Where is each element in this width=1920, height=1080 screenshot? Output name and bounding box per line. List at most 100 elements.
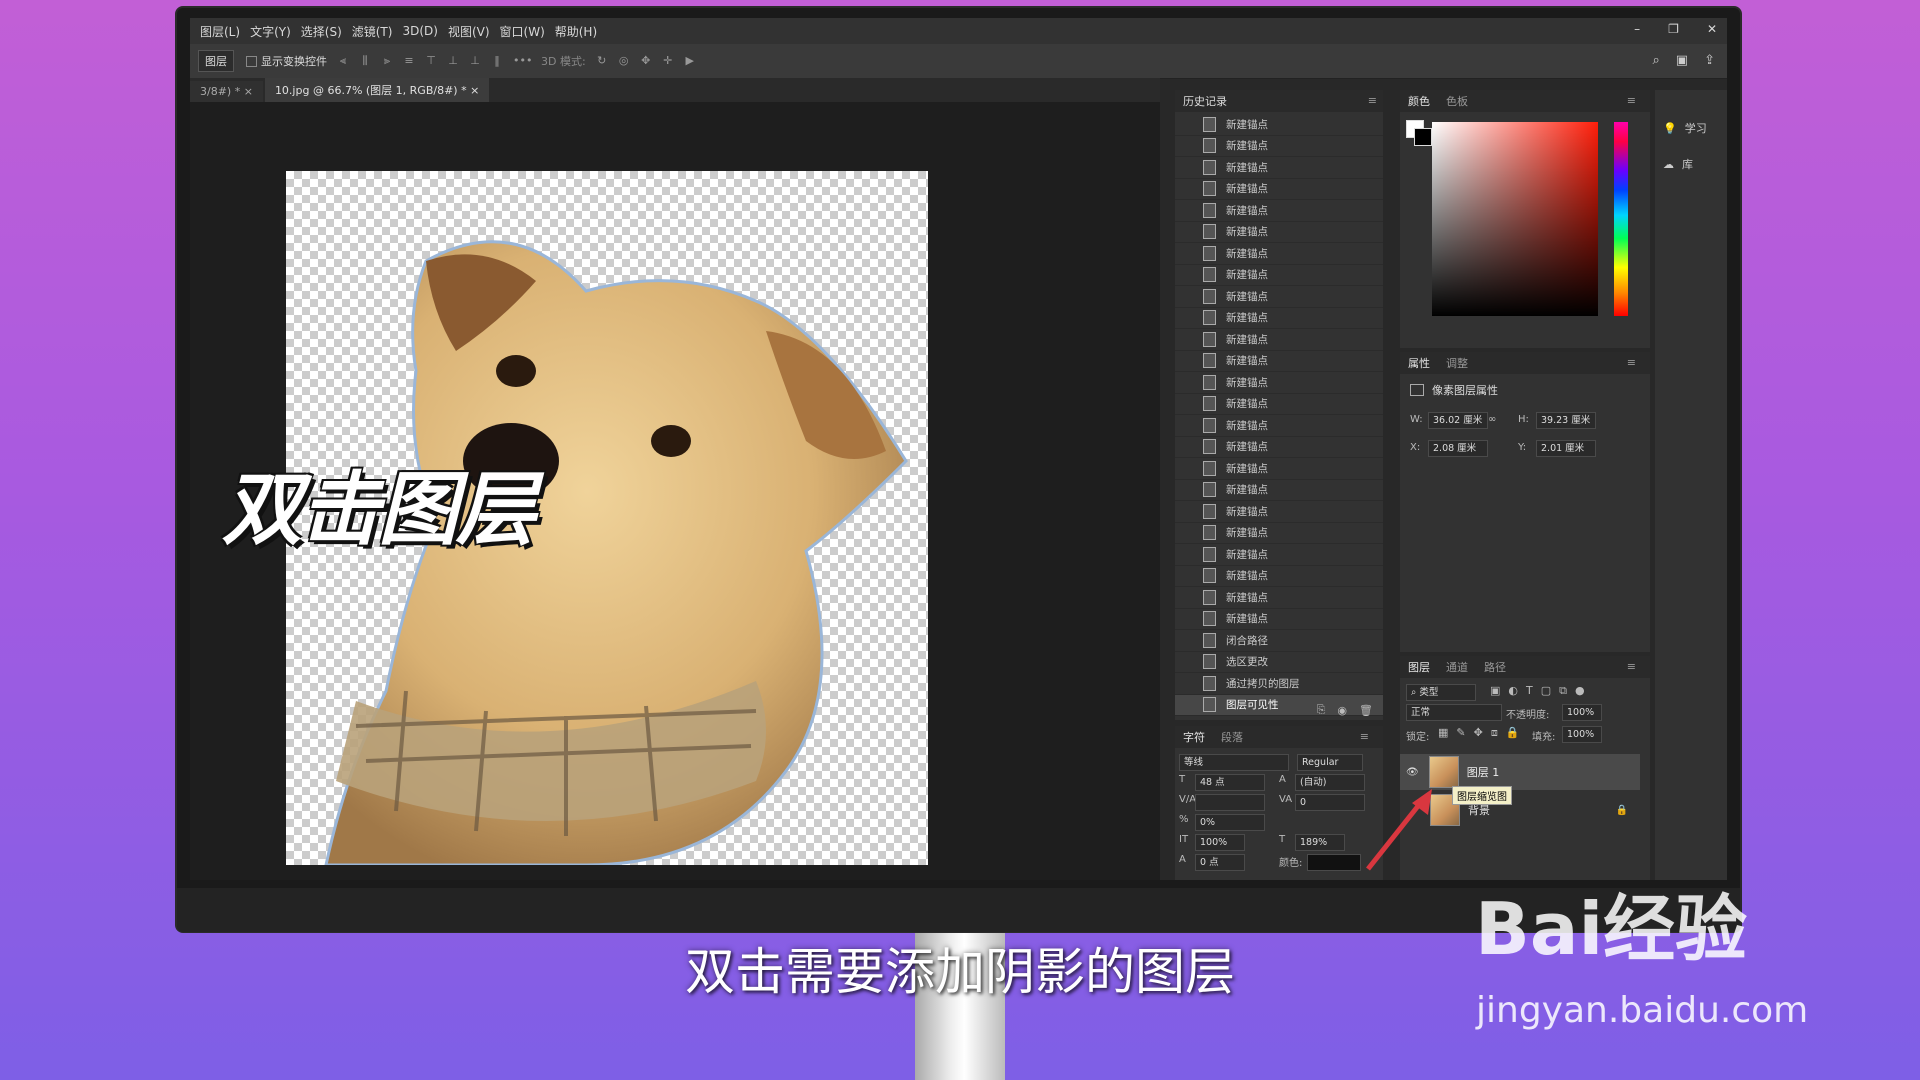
workspace-icon[interactable]: ▣ (1676, 53, 1688, 68)
color-field[interactable] (1432, 122, 1598, 316)
restore-icon[interactable]: ❐ (1668, 22, 1679, 36)
orbit-icon[interactable]: ↻ (596, 55, 608, 67)
leading-field[interactable]: (自动) (1295, 774, 1365, 791)
panel-menu-icon[interactable]: ≡ (1368, 94, 1377, 107)
menu-select[interactable]: 选择(S) (301, 23, 342, 40)
tab-adjustments[interactable]: 调整 (1438, 355, 1476, 371)
roll-icon[interactable]: ◎ (618, 55, 630, 67)
filter-adjust-icon[interactable]: ◐ (1508, 684, 1518, 698)
history-item[interactable]: 新建锚点 (1175, 394, 1383, 415)
menu-layer[interactable]: 图层(L) (200, 23, 240, 40)
tab-color[interactable]: 颜色 (1400, 93, 1438, 109)
slide-icon[interactable]: ✛ (662, 55, 674, 67)
history-item[interactable]: 新建锚点 (1175, 609, 1383, 630)
distribute-icon[interactable]: ≡ (403, 55, 415, 67)
align-bottom-icon[interactable]: ⊥ (469, 55, 481, 67)
layer-thumbnail[interactable] (1428, 756, 1459, 788)
panel-menu-icon[interactable]: ≡ (1619, 660, 1644, 673)
align-left-icon[interactable]: ⫷ (337, 55, 349, 67)
background-color-swatch[interactable] (1414, 128, 1432, 146)
panel-menu-icon[interactable]: ≡ (1619, 94, 1644, 107)
align-center-icon[interactable]: ⫼ (359, 55, 371, 67)
tab-paragraph[interactable]: 段落 (1213, 729, 1251, 745)
history-item[interactable]: 新建锚点 (1175, 136, 1383, 157)
x-field[interactable]: 2.08 厘米 (1428, 440, 1488, 457)
tab-channels[interactable]: 通道 (1438, 659, 1476, 675)
history-item[interactable]: 新建锚点 (1175, 265, 1383, 286)
tab-prev-document[interactable]: 3/8#) * × (190, 81, 263, 102)
history-item[interactable]: 新建锚点 (1175, 286, 1383, 308)
lock-artboard-icon[interactable]: ⧈ (1491, 726, 1498, 740)
menu-window[interactable]: 窗口(W) (500, 23, 545, 40)
menu-help[interactable]: 帮助(H) (555, 23, 597, 40)
history-item[interactable]: 新建锚点 (1175, 544, 1383, 566)
panel-menu-icon[interactable]: ≡ (1352, 730, 1377, 743)
more-icon[interactable]: ••• (513, 55, 532, 67)
tracking-field[interactable]: 0 (1295, 794, 1365, 811)
fill-field[interactable]: 100% (1562, 726, 1602, 743)
tab-layers[interactable]: 图层 (1400, 659, 1438, 675)
history-item[interactable]: 新建锚点 (1175, 308, 1383, 329)
video-icon[interactable]: ▶ (684, 55, 696, 67)
history-item[interactable]: 新建锚点 (1175, 179, 1383, 200)
history-item[interactable]: 新建锚点 (1175, 501, 1383, 523)
history-item[interactable]: 新建锚点 (1175, 523, 1383, 544)
eye-icon[interactable]: 👁 (1406, 767, 1419, 778)
width-field[interactable]: 36.02 厘米 (1428, 412, 1488, 429)
history-item[interactable]: 通过拷贝的图层 (1175, 673, 1383, 695)
baseline-field[interactable]: 0 点 (1195, 854, 1245, 871)
show-transform-checkbox[interactable]: 显示变换控件 (246, 53, 327, 69)
libraries-button[interactable]: ☁ 库 (1663, 156, 1693, 172)
lock-all-icon[interactable]: 🔒 (1506, 726, 1520, 740)
distribute-v-icon[interactable]: ‖ (491, 55, 503, 67)
tab-paths[interactable]: 路径 (1476, 659, 1514, 675)
history-item[interactable]: 闭合路径 (1175, 630, 1383, 652)
menu-filter[interactable]: 滤镜(T) (352, 23, 393, 40)
vertical-scale-field[interactable]: 100% (1195, 834, 1245, 851)
font-size-field[interactable]: 48 点 (1195, 774, 1265, 791)
trash-icon[interactable]: 🗑 (1359, 704, 1373, 717)
font-family-select[interactable]: 等线 (1179, 754, 1289, 771)
align-right-icon[interactable]: ⫸ (381, 55, 393, 67)
history-item[interactable]: 新建锚点 (1175, 114, 1383, 136)
history-item[interactable]: 新建锚点 (1175, 480, 1383, 501)
new-doc-from-state-icon[interactable]: ⎘ (1317, 703, 1326, 717)
y-field[interactable]: 2.01 厘米 (1536, 440, 1596, 457)
history-item[interactable]: 新建锚点 (1175, 437, 1383, 458)
minimize-icon[interactable]: – (1634, 22, 1640, 36)
blend-mode-select[interactable]: 正常 (1406, 704, 1502, 721)
snapshot-icon[interactable]: ◉ (1337, 704, 1347, 717)
menu-view[interactable]: 视图(V) (448, 23, 490, 40)
close-tab-icon[interactable]: × (244, 85, 253, 98)
history-item[interactable]: 新建锚点 (1175, 458, 1383, 480)
pan-icon[interactable]: ✥ (640, 55, 652, 67)
align-top-icon[interactable]: ⊤ (425, 55, 437, 67)
history-item[interactable]: 新建锚点 (1175, 222, 1383, 243)
history-item[interactable]: 新建锚点 (1175, 157, 1383, 179)
hue-slider[interactable] (1614, 122, 1628, 316)
search-icon[interactable]: ⌕ (1653, 53, 1660, 68)
history-item[interactable]: 新建锚点 (1175, 200, 1383, 222)
layer-name[interactable]: 图层 1 (1467, 764, 1500, 780)
learn-button[interactable]: 💡 学习 (1663, 120, 1707, 136)
history-item[interactable]: 新建锚点 (1175, 415, 1383, 437)
close-icon[interactable]: ✕ (1707, 22, 1717, 36)
filter-smart-icon[interactable]: ⧉ (1559, 684, 1567, 698)
history-item[interactable]: 选区更改 (1175, 652, 1383, 673)
horizontal-scale-field[interactable]: 189% (1295, 834, 1345, 851)
history-item[interactable]: 新建锚点 (1175, 372, 1383, 394)
history-item[interactable]: 新建锚点 (1175, 587, 1383, 609)
text-color-swatch[interactable] (1307, 854, 1361, 871)
menu-type[interactable]: 文字(Y) (250, 23, 291, 40)
filter-type-icon[interactable]: T (1526, 684, 1533, 698)
height-field[interactable]: 39.23 厘米 (1536, 412, 1596, 429)
tab-current-document[interactable]: 10.jpg @ 66.7% (图层 1, RGB/8#) * × (264, 78, 490, 102)
history-item[interactable]: 新建锚点 (1175, 329, 1383, 351)
tab-swatches[interactable]: 色板 (1438, 93, 1476, 109)
kerning-field[interactable] (1195, 794, 1265, 811)
lock-transparency-icon[interactable]: ▦ (1438, 726, 1448, 740)
history-item[interactable]: 新建锚点 (1175, 566, 1383, 587)
tsume-field[interactable]: 0% (1195, 814, 1265, 831)
filter-toggle-icon[interactable]: ● (1575, 684, 1585, 698)
history-item[interactable]: 新建锚点 (1175, 351, 1383, 372)
